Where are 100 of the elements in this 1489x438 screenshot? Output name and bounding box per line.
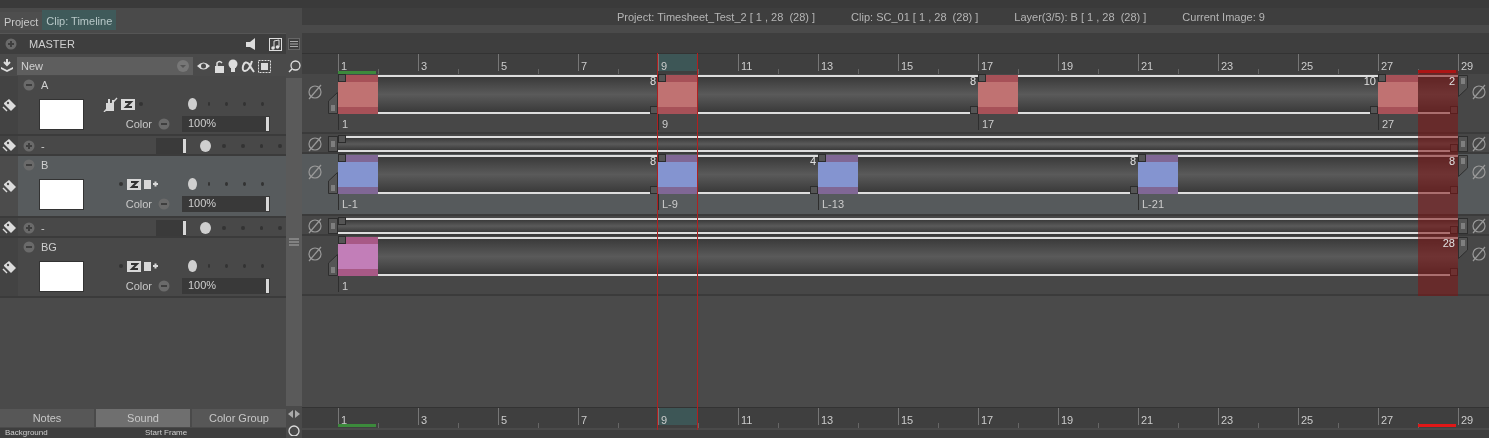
- lightbulb-icon[interactable]: [228, 59, 238, 73]
- keyframe-handle[interactable]: [338, 154, 346, 162]
- s-box-icon[interactable]: [127, 260, 141, 272]
- frame-number[interactable]: 9: [658, 54, 698, 71]
- tab[interactable]: Project: [0, 12, 43, 30]
- track-handle-icon[interactable]: [1458, 75, 1468, 97]
- cel-block[interactable]: [1378, 75, 1418, 114]
- keyframe-handle[interactable]: [338, 74, 346, 82]
- cel-block[interactable]: [658, 75, 698, 114]
- cel-block[interactable]: [818, 155, 858, 194]
- expand-icon[interactable]: [23, 79, 35, 91]
- layer-row[interactable]: A Color 100%: [0, 76, 286, 136]
- empty-set-icon[interactable]: [1470, 164, 1487, 180]
- track-handle-icon[interactable]: [1458, 155, 1468, 177]
- track-handle-icon[interactable]: [328, 92, 338, 114]
- track-handle-icon[interactable]: [328, 254, 338, 276]
- opacity-dot[interactable]: [200, 140, 212, 152]
- cel-block[interactable]: [338, 237, 378, 276]
- frame-ruler[interactable]: 1 3 5 7 9 11 13 15 17 19 21 23 25 27 29: [302, 407, 1489, 428]
- minus-icon[interactable]: [158, 118, 170, 130]
- tab[interactable]: Clip: Timeline: [42, 10, 117, 30]
- add-box-icon[interactable]: [144, 178, 158, 190]
- slider-thumb[interactable]: [266, 197, 269, 211]
- eye-icon[interactable]: [196, 60, 211, 72]
- opacity-dot[interactable]: [243, 182, 247, 186]
- tab[interactable]: Notes: [0, 409, 94, 427]
- opacity-dot[interactable]: [207, 182, 211, 186]
- slider-thumb[interactable]: [266, 279, 269, 293]
- opacity-slider[interactable]: [156, 220, 186, 236]
- brush-icon[interactable]: [103, 96, 118, 112]
- slider-thumb[interactable]: [266, 117, 269, 131]
- cel-block[interactable]: [658, 155, 698, 194]
- tab[interactable]: Color Group: [192, 409, 286, 427]
- tag-icon[interactable]: [1, 260, 17, 274]
- empty-set-icon[interactable]: [307, 84, 323, 100]
- opacity-dot[interactable]: [188, 178, 197, 190]
- speaker-icon[interactable]: [245, 38, 257, 50]
- expand-icon[interactable]: [23, 222, 35, 234]
- track-handle-icon[interactable]: [1458, 237, 1468, 259]
- grip-icon[interactable]: [289, 238, 299, 246]
- keyframe-handle[interactable]: [658, 154, 666, 162]
- keyframe-handle[interactable]: [338, 217, 346, 225]
- track-handle-icon[interactable]: [1458, 136, 1468, 152]
- track-handle-icon[interactable]: [328, 136, 338, 152]
- opacity-dot[interactable]: [188, 260, 197, 272]
- opacity-slider[interactable]: [156, 138, 186, 154]
- keyframe-handle[interactable]: [338, 236, 346, 244]
- keyframe-handle[interactable]: [338, 135, 346, 143]
- opacity-field[interactable]: 100%: [182, 278, 270, 294]
- empty-set-icon[interactable]: [307, 164, 323, 180]
- s-box-icon[interactable]: [127, 178, 141, 190]
- opacity-dot[interactable]: [225, 182, 229, 186]
- frame-number[interactable]: 29: [1458, 408, 1489, 425]
- opacity-dot[interactable]: [200, 222, 212, 234]
- s-box-icon[interactable]: [121, 98, 135, 110]
- cel-block[interactable]: [338, 75, 378, 114]
- keyframe-handle[interactable]: [1130, 186, 1138, 194]
- layer-row[interactable]: -: [0, 136, 286, 156]
- menu-icon[interactable]: [288, 38, 300, 50]
- frame-number[interactable]: 29: [1458, 54, 1489, 71]
- add-box-icon[interactable]: [144, 260, 158, 272]
- empty-set-icon[interactable]: [1470, 84, 1487, 100]
- layer-row[interactable]: BG Color 100%: [0, 238, 286, 298]
- slider-thumb[interactable]: [183, 221, 186, 235]
- expand-icon[interactable]: [23, 241, 35, 253]
- keyframe-handle[interactable]: [1450, 268, 1458, 276]
- keyframe-handle[interactable]: [1450, 186, 1458, 194]
- keyframe-handle[interactable]: [1138, 154, 1146, 162]
- expand-icon[interactable]: [5, 38, 17, 50]
- opacity-dot[interactable]: [261, 182, 264, 186]
- keyframe-handle[interactable]: [978, 74, 986, 82]
- keyframe-handle[interactable]: [818, 154, 826, 162]
- keyframe-handle[interactable]: [810, 186, 818, 194]
- layers-icon[interactable]: [0, 59, 14, 73]
- track-handle-icon[interactable]: [328, 218, 338, 234]
- keyframe-handle[interactable]: [1370, 106, 1378, 114]
- keyframe-handle[interactable]: [1378, 74, 1386, 82]
- empty-set-icon[interactable]: [1470, 246, 1487, 262]
- opacity-field[interactable]: 100%: [182, 196, 270, 212]
- tag-icon[interactable]: [1, 220, 17, 234]
- frame-number[interactable]: 9: [658, 408, 698, 425]
- zoom-icon[interactable]: [287, 60, 301, 73]
- tag-icon[interactable]: [1, 98, 17, 112]
- cel-block[interactable]: [978, 75, 1018, 114]
- keyframe-handle[interactable]: [1450, 144, 1458, 152]
- expand-icon[interactable]: [23, 159, 35, 171]
- layer-row[interactable]: -: [0, 218, 286, 238]
- track-handle-icon[interactable]: [328, 172, 338, 194]
- empty-set-icon[interactable]: [307, 246, 323, 262]
- keyframe-handle[interactable]: [970, 106, 978, 114]
- keyframe-handle[interactable]: [1450, 106, 1458, 114]
- cel-block[interactable]: [338, 155, 378, 194]
- resize-arrows-icon[interactable]: [288, 410, 300, 418]
- opacity-field[interactable]: 100%: [182, 116, 270, 132]
- expand-icon[interactable]: [23, 140, 35, 152]
- keyframe-handle[interactable]: [658, 74, 666, 82]
- track-handle-icon[interactable]: [1458, 218, 1468, 234]
- slider-thumb[interactable]: [183, 139, 186, 153]
- minus-icon[interactable]: [158, 280, 170, 292]
- mask-icon[interactable]: [258, 59, 271, 73]
